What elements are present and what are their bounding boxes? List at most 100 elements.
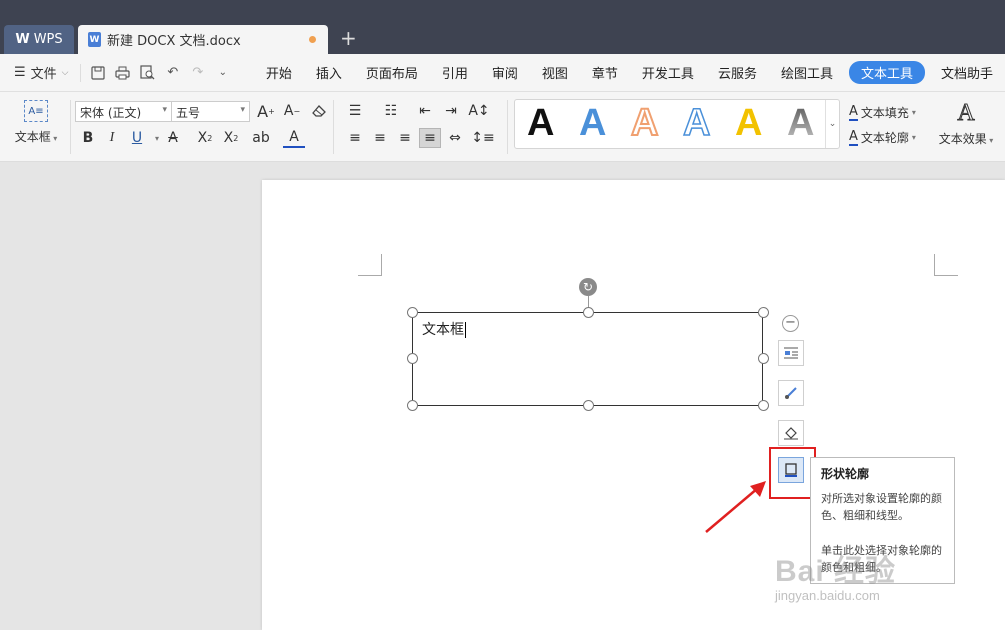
line-spacing-icon[interactable]: ↕≡ — [471, 128, 494, 148]
file-menu-button[interactable]: ☰ 文件 ⌵ — [14, 63, 78, 82]
chevron-down-icon: ▾ — [240, 105, 245, 115]
tab-developer[interactable]: 开发工具 — [630, 63, 706, 82]
text-outline-button[interactable]: A 文本轮廓 ▾ — [849, 129, 916, 146]
align-center-icon[interactable]: ≡ — [369, 128, 391, 148]
format-brush-icon[interactable] — [778, 380, 804, 406]
tab-insert[interactable]: 插入 — [304, 63, 354, 82]
undo-icon[interactable]: ↶ — [164, 64, 182, 82]
justify-icon[interactable]: ≡ — [419, 128, 441, 148]
wps-logo-icon: W — [15, 32, 30, 47]
file-menu-label: 文件 — [30, 67, 57, 82]
textbox-button[interactable]: A≡ 文本框 ▾ — [8, 98, 64, 145]
text-effect-label: 文本效果 — [938, 132, 987, 146]
rotate-icon[interactable]: ↻ — [579, 278, 597, 296]
tab-references[interactable]: 引用 — [430, 63, 480, 82]
chevron-down-icon: ⌵ — [61, 67, 69, 78]
customize-chevron-icon[interactable]: ⌄ — [214, 64, 232, 82]
clear-format-icon[interactable] — [308, 101, 330, 121]
text-fill-button[interactable]: A 文本填充 ▾ — [849, 104, 916, 121]
style-orange-outline-text[interactable]: A — [630, 101, 659, 145]
layout-options-icon[interactable] — [778, 340, 804, 366]
style-gradient-text[interactable]: A — [787, 102, 814, 145]
resize-handle-top[interactable] — [583, 307, 594, 318]
margin-corner-top-right — [934, 254, 958, 276]
align-right-icon[interactable]: ≡ — [394, 128, 416, 148]
tab-document-label: 新建 DOCX 文档.docx — [107, 34, 241, 49]
font-size-select[interactable]: 五号 ▾ — [171, 101, 250, 122]
shape-fill-icon[interactable] — [778, 420, 804, 446]
red-arrow-icon — [705, 481, 766, 533]
tab-drawing-tools[interactable]: 绘图工具 — [769, 63, 845, 82]
text-cursor — [465, 322, 466, 338]
style-gold-text[interactable]: A — [735, 102, 762, 145]
bullet-list-icon[interactable]: ☰ — [344, 101, 366, 121]
tab-wps-home[interactable]: W WPS — [4, 25, 74, 54]
tab-review[interactable]: 审阅 — [480, 63, 530, 82]
increase-indent-icon[interactable]: ⇥ — [440, 101, 462, 121]
tab-cloud-service[interactable]: 云服务 — [706, 63, 769, 82]
print-preview-icon[interactable] — [139, 64, 157, 82]
tab-wps-label: WPS — [33, 32, 63, 47]
highlight-icon[interactable]: ab — [250, 128, 272, 148]
tab-view[interactable]: 视图 — [530, 63, 580, 82]
resize-handle-bottom-left[interactable] — [407, 400, 418, 411]
new-tab-button[interactable]: + — [340, 28, 357, 48]
text-effect-button[interactable]: A 文本效果 ▾ — [933, 100, 999, 147]
chevron-down-icon: ▾ — [50, 134, 58, 143]
align-left-icon[interactable]: ≡ — [344, 128, 366, 148]
ribbon-divider — [333, 100, 334, 154]
font-color-icon[interactable]: A — [283, 128, 305, 148]
ribbon-toolbar: A≡ 文本框 ▾ 宋体 (正文) ▾ 五号 ▾ A + A − B I U ▾ A … — [0, 92, 1005, 162]
tab-start[interactable]: 开始 — [254, 63, 304, 82]
print-icon[interactable] — [114, 64, 132, 82]
style-blue-outline-text[interactable]: A — [682, 101, 711, 145]
resize-handle-bottom[interactable] — [583, 400, 594, 411]
redo-icon[interactable]: ↷ — [189, 64, 207, 82]
tab-text-tools[interactable]: 文本工具 — [848, 61, 925, 84]
watermark-logo: Bai 经验 — [775, 555, 897, 588]
text-fill-label: 文本填充 — [860, 106, 909, 120]
title-bar: W WPS W 新建 DOCX 文档.docx + — [0, 0, 1005, 54]
ribbon-tabs: 开始 插入 页面布局 引用 审阅 视图 章节 开发工具 云服务 绘图工具 文本工… — [254, 61, 1005, 84]
ribbon-divider — [507, 100, 508, 154]
tab-page-layout[interactable]: 页面布局 — [354, 63, 430, 82]
textbox-button-label: 文本框 — [14, 130, 51, 144]
style-black-text[interactable]: A — [527, 102, 554, 145]
tab-doc-assistant[interactable]: 文档助手 — [929, 63, 1005, 82]
text-fill-icon: A — [849, 104, 858, 121]
text-style-gallery: A A A A A A ⌄ — [514, 99, 840, 149]
superscript-icon[interactable]: X2 — [194, 128, 216, 148]
tab-section[interactable]: 章节 — [580, 63, 630, 82]
numbered-list-icon[interactable]: ☷ — [380, 101, 402, 121]
style-blue-text[interactable]: A — [579, 102, 606, 145]
distributed-icon[interactable]: ⇔ — [444, 128, 466, 148]
resize-handle-top-right[interactable] — [758, 307, 769, 318]
font-name-value: 宋体 (正文) — [80, 106, 142, 120]
resize-handle-bottom-right[interactable] — [758, 400, 769, 411]
grow-font-icon[interactable]: A + — [255, 101, 277, 121]
decrease-indent-icon[interactable]: ⇤ — [414, 101, 436, 121]
text-box-shape[interactable]: 文本框 — [412, 312, 763, 406]
chevron-down-icon: ▾ — [911, 133, 916, 142]
text-direction-icon[interactable]: A↕ — [468, 101, 490, 121]
gallery-more-icon[interactable]: ⌄ — [825, 100, 839, 148]
watermark-url: jingyan.baidu.com — [775, 588, 880, 603]
italic-icon[interactable]: I — [101, 128, 123, 148]
text-box-content[interactable]: 文本框 — [422, 322, 464, 338]
text-effect-icon: A — [957, 100, 975, 127]
shrink-font-icon[interactable]: A − — [281, 101, 303, 121]
document-icon: W — [88, 32, 101, 47]
strikethrough-icon[interactable]: A — [162, 128, 184, 148]
resize-handle-right[interactable] — [758, 353, 769, 364]
resize-handle-left[interactable] — [407, 353, 418, 364]
underline-icon[interactable]: U — [126, 128, 148, 148]
resize-handle-top-left[interactable] — [407, 307, 418, 318]
chevron-down-icon: ▾ — [911, 108, 916, 117]
subscript-icon[interactable]: X2 — [220, 128, 242, 148]
bold-icon[interactable]: B — [77, 128, 99, 148]
font-name-select[interactable]: 宋体 (正文) ▾ — [75, 101, 172, 122]
tab-document[interactable]: W 新建 DOCX 文档.docx — [78, 25, 328, 54]
save-icon[interactable] — [89, 64, 107, 82]
collapse-toolbar-icon[interactable]: − — [782, 315, 799, 332]
text-outline-label: 文本轮廓 — [860, 131, 909, 145]
